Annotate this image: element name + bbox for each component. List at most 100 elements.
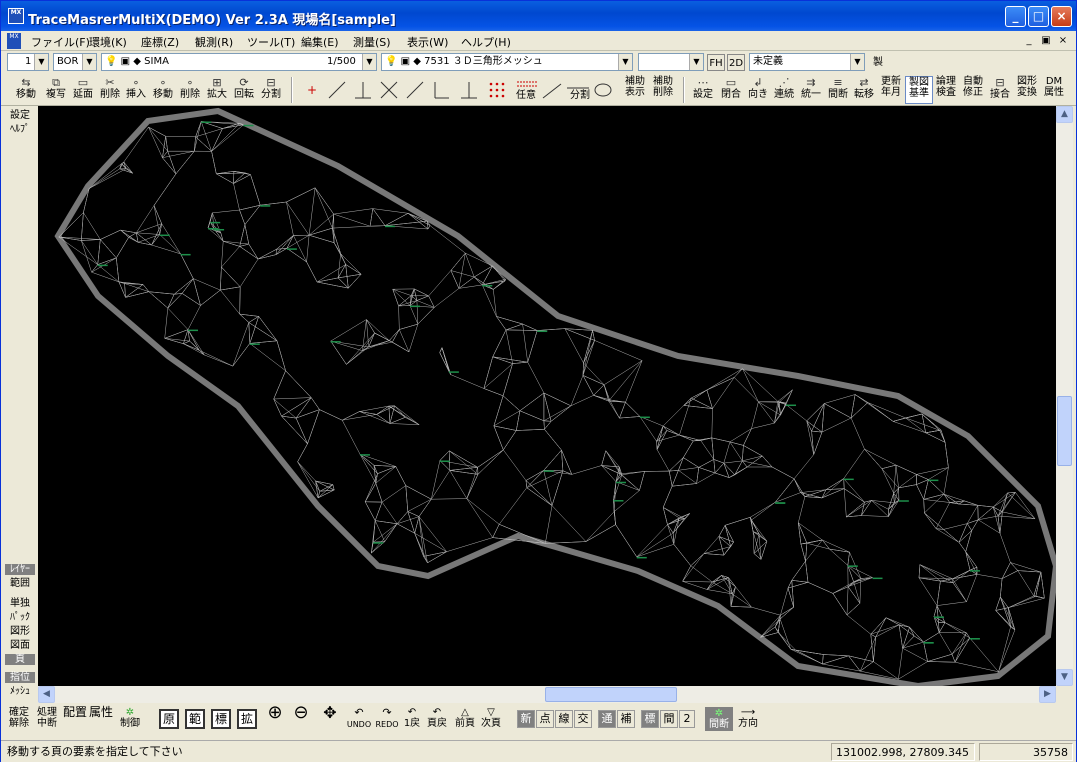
expand-button[interactable]: ⊞ 拡大	[204, 76, 230, 104]
cross-button[interactable]: 交	[574, 710, 592, 728]
make-button[interactable]: 製	[869, 54, 887, 71]
document-icon[interactable]: MX	[7, 33, 21, 49]
extend-button[interactable]: ▭ 延面	[69, 76, 97, 104]
next-page-button[interactable]: ▽ 次頁	[479, 707, 503, 729]
attribute-select[interactable]: 未定義 ▼	[749, 53, 865, 71]
aux-show-button[interactable]: 補助 表示	[621, 76, 649, 104]
close-shape-button[interactable]: ▭ 閉合	[717, 76, 745, 104]
help-button[interactable]: ﾍﾙﾌﾟ	[5, 124, 35, 135]
single-button[interactable]: 単独	[5, 598, 35, 609]
any-button[interactable]: 任意	[513, 90, 539, 104]
update-date-button[interactable]: 更新 年月	[877, 76, 905, 104]
one-back-button[interactable]: ↶ 1戻	[401, 707, 423, 729]
fh-button[interactable]: FH	[707, 54, 725, 71]
diagram-button[interactable]: 図面	[5, 640, 35, 651]
layer-button[interactable]: ﾚｲﾔｰ	[5, 564, 35, 575]
point-spec-button[interactable]: 指位	[5, 672, 35, 683]
shape-button[interactable]: 図形	[5, 626, 35, 637]
auto-fix-button[interactable]: 自動 修正	[959, 76, 987, 104]
transfer-button[interactable]: ⇄ 転移	[851, 76, 877, 104]
direction-mode-button[interactable]: ⟶ 方向	[735, 707, 761, 729]
split-line-button[interactable]: 分割	[567, 90, 593, 104]
horizontal-scroll-thumb[interactable]	[545, 687, 677, 702]
attr-button[interactable]: 属性	[89, 706, 113, 718]
process-stop-button[interactable]: 処理 中断	[35, 707, 59, 729]
menu-environment[interactable]: 環境(K)	[89, 34, 127, 50]
page-button[interactable]: 頁	[5, 654, 35, 665]
layer-select-2[interactable]: 💡 ▣ ◆ 7531 ３Ｄ三角形メッシュ ▼	[381, 53, 633, 71]
vertical-scroll-thumb[interactable]	[1057, 396, 1072, 466]
place-button[interactable]: 配置	[63, 706, 87, 718]
2d-button[interactable]: 2D	[727, 54, 745, 71]
new-button[interactable]: 新	[517, 710, 535, 728]
layer-number-select[interactable]: 1 ▼	[7, 53, 49, 71]
aux-button[interactable]: 補	[617, 710, 635, 728]
pack-button[interactable]: ﾊﾟｯｸ	[5, 612, 35, 623]
two-button[interactable]: 2	[679, 710, 695, 728]
rotate-button[interactable]: ⟳ 回転	[231, 76, 257, 104]
layer-select-1[interactable]: 💡 ▣ ◆ SIMA 1/500 ▼	[101, 53, 377, 71]
setting-button[interactable]: ⋯ 設定	[689, 76, 717, 104]
aux-delete-button[interactable]: 補助 削除	[649, 76, 677, 104]
unify-button[interactable]: ⇉ 統一	[797, 76, 825, 104]
menu-survey[interactable]: 測量(S)	[353, 34, 391, 50]
logic-check-button[interactable]: 論理 検査	[933, 76, 959, 104]
control-button[interactable]: ✲ 制御	[117, 707, 143, 729]
delete-button[interactable]: ∘ 削除	[177, 76, 203, 104]
join-button[interactable]: ⊟ 接合	[987, 76, 1013, 104]
range-button[interactable]: 範囲	[5, 578, 35, 589]
std-button[interactable]: 標	[641, 710, 659, 728]
insert-button[interactable]: ∘ 挿入	[123, 76, 149, 104]
zoom-out-icon[interactable]: ⊖	[291, 704, 311, 722]
split-button[interactable]: ⊟ 分割	[258, 76, 284, 104]
maximize-button[interactable]: □	[1028, 6, 1049, 27]
range-select-button[interactable]: 範	[185, 709, 205, 729]
move-button[interactable]: ∘ 移動	[150, 76, 176, 104]
vertical-scrollbar[interactable]: ▲ ▼	[1056, 106, 1073, 686]
interval-mode-button[interactable]: 間	[660, 710, 678, 728]
mdi-close-button[interactable]: ×	[1055, 34, 1071, 48]
minimize-button[interactable]: _	[1005, 6, 1026, 27]
undo-button[interactable]: ↶ UNDO	[345, 707, 373, 730]
direction-button[interactable]: ↲ 向き	[745, 76, 771, 104]
menu-tools[interactable]: ツール(T)	[247, 34, 295, 50]
drawing-base-button[interactable]: 製図 基準	[905, 76, 933, 104]
copy-button[interactable]: ⧉ 複写	[41, 76, 71, 104]
horizontal-scrollbar[interactable]: ◀ ▶	[38, 686, 1056, 703]
menu-observation[interactable]: 観測(R)	[195, 34, 233, 50]
menu-edit[interactable]: 編集(E)	[301, 34, 339, 50]
confirm-cancel-button[interactable]: 確定 解除	[7, 707, 31, 729]
menu-coordinates[interactable]: 座標(Z)	[141, 34, 179, 50]
drawing-canvas[interactable]	[38, 106, 1056, 686]
interval-button[interactable]: ≡ 間断	[825, 76, 851, 104]
close-button[interactable]: ×	[1051, 6, 1072, 27]
redo-button[interactable]: ↷ REDO	[373, 707, 401, 730]
menu-file[interactable]: ファイル(F)	[31, 34, 90, 50]
point-button[interactable]: 点	[536, 710, 554, 728]
mesh-button[interactable]: ﾒｯｼｭ	[5, 686, 35, 697]
connect-button[interactable]: ⋰ 連続	[771, 76, 797, 104]
page-back-button[interactable]: ↶ 頁戻	[425, 707, 449, 729]
layer-code-select[interactable]: BOR ▼	[53, 53, 97, 71]
through-button[interactable]: 通	[598, 710, 616, 728]
menu-view[interactable]: 表示(W)	[407, 34, 448, 50]
prev-page-button[interactable]: △ 前頁	[453, 707, 477, 729]
scroll-right-arrow[interactable]: ▶	[1039, 686, 1056, 703]
layer-select-3[interactable]: ▼	[638, 53, 704, 71]
settings-button[interactable]: 設定	[5, 110, 35, 121]
label-button[interactable]: 標	[211, 709, 231, 729]
zoom-in-icon[interactable]: ⊕	[265, 704, 285, 722]
move-copy-button[interactable]: ⇆ 移動	[11, 76, 41, 104]
line-button[interactable]: 線	[555, 710, 573, 728]
original-button[interactable]: 原	[159, 709, 179, 729]
gap-button[interactable]: ✲ 間断	[705, 707, 733, 731]
expand-view-button[interactable]: 拡	[237, 709, 257, 729]
scroll-down-arrow[interactable]: ▼	[1056, 669, 1073, 686]
mdi-restore-button[interactable]: ▣	[1038, 34, 1054, 48]
cut-delete-button[interactable]: ✂ 削除	[96, 76, 124, 104]
scroll-left-arrow[interactable]: ◀	[38, 686, 55, 703]
scroll-up-arrow[interactable]: ▲	[1056, 106, 1073, 123]
dm-attr-button[interactable]: DM 属性	[1041, 76, 1067, 104]
shape-convert-button[interactable]: 図形 変換	[1013, 76, 1041, 104]
mdi-minimize-button[interactable]: _	[1021, 34, 1037, 48]
